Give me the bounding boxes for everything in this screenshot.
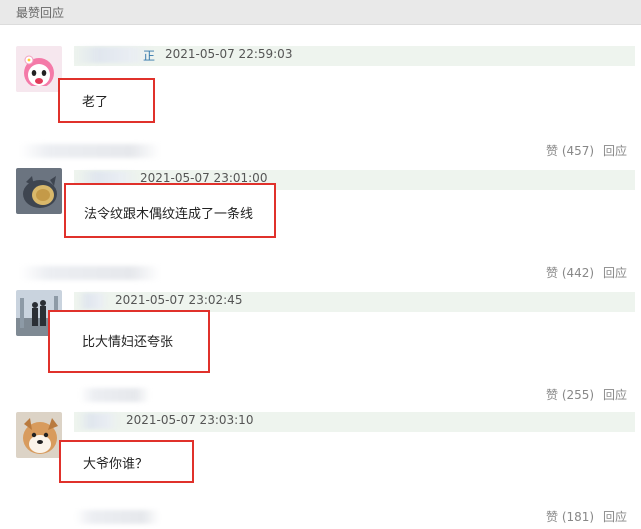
- comment-footer: 赞 (442) 回应: [0, 262, 641, 282]
- comment-time: 2021-05-07 23:02:45: [115, 293, 243, 307]
- cat-avatar-icon: [16, 168, 62, 214]
- like-button[interactable]: 赞 (181): [546, 508, 594, 525]
- comment-text: 老了: [82, 95, 109, 110]
- comment-item: 2021-05-07 23:01:00 法令纹跟木偶纹连成了一条线 赞 (442…: [0, 160, 641, 280]
- reply-button[interactable]: 回应: [603, 264, 627, 281]
- username-blurred[interactable]: [74, 47, 154, 63]
- comment-time: 2021-05-07 23:03:10: [126, 413, 254, 427]
- blurred-quote: [20, 266, 160, 280]
- section-header: 最赞回应: [0, 0, 641, 25]
- section-title: 最赞回应: [16, 6, 65, 20]
- username-blurred[interactable]: [78, 413, 120, 429]
- username-fragment[interactable]: 正: [143, 47, 155, 64]
- reply-button[interactable]: 回应: [603, 386, 627, 403]
- comment-highlight-box: 老了: [58, 78, 155, 123]
- comment-footer: 赞 (457) 回应: [0, 140, 641, 160]
- avatar[interactable]: [16, 168, 62, 214]
- comment-footer: 赞 (255) 回应: [0, 384, 641, 404]
- like-button[interactable]: 赞 (255): [546, 386, 594, 403]
- like-button[interactable]: 赞 (457): [546, 142, 594, 159]
- username-blurred[interactable]: [78, 293, 108, 309]
- like-button[interactable]: 赞 (442): [546, 264, 594, 281]
- comment-meta: 2021-05-07 23:03:10: [74, 412, 635, 432]
- blurred-quote: [80, 388, 150, 402]
- blurred-quote: [75, 510, 160, 524]
- comment-item: 正 2021-05-07 22:59:03 老了 赞 (457) 回应: [0, 36, 641, 158]
- comment-highlight-box: 法令纹跟木偶纹连成了一条线: [64, 183, 276, 238]
- dog-avatar-icon: [16, 412, 62, 458]
- comment-text: 法令纹跟木偶纹连成了一条线: [84, 207, 254, 222]
- comment-text: 比大情妇还夸张: [82, 335, 174, 350]
- avatar[interactable]: [16, 412, 62, 458]
- avatar[interactable]: [16, 46, 62, 92]
- comment-footer: 赞 (181) 回应: [0, 506, 641, 526]
- blurred-quote: [20, 144, 160, 158]
- comment-text: 大爷你谁？: [83, 457, 149, 472]
- comment-item: 2021-05-07 23:02:45 比大情妇还夸张 赞 (255) 回应: [0, 282, 641, 402]
- comment-meta: 2021-05-07 23:02:45: [74, 292, 635, 312]
- comment-meta: 正 2021-05-07 22:59:03: [74, 46, 635, 66]
- reply-button[interactable]: 回应: [603, 508, 627, 525]
- reply-button[interactable]: 回应: [603, 142, 627, 159]
- comment-highlight-box: 比大情妇还夸张: [48, 310, 210, 373]
- comment-item: 2021-05-07 23:03:10 大爷你谁？ 赞 (181) 回应: [0, 402, 641, 524]
- comment-highlight-box: 大爷你谁？: [59, 440, 194, 483]
- pink-cartoon-avatar-icon: [16, 46, 62, 92]
- comment-time: 2021-05-07 22:59:03: [165, 47, 293, 61]
